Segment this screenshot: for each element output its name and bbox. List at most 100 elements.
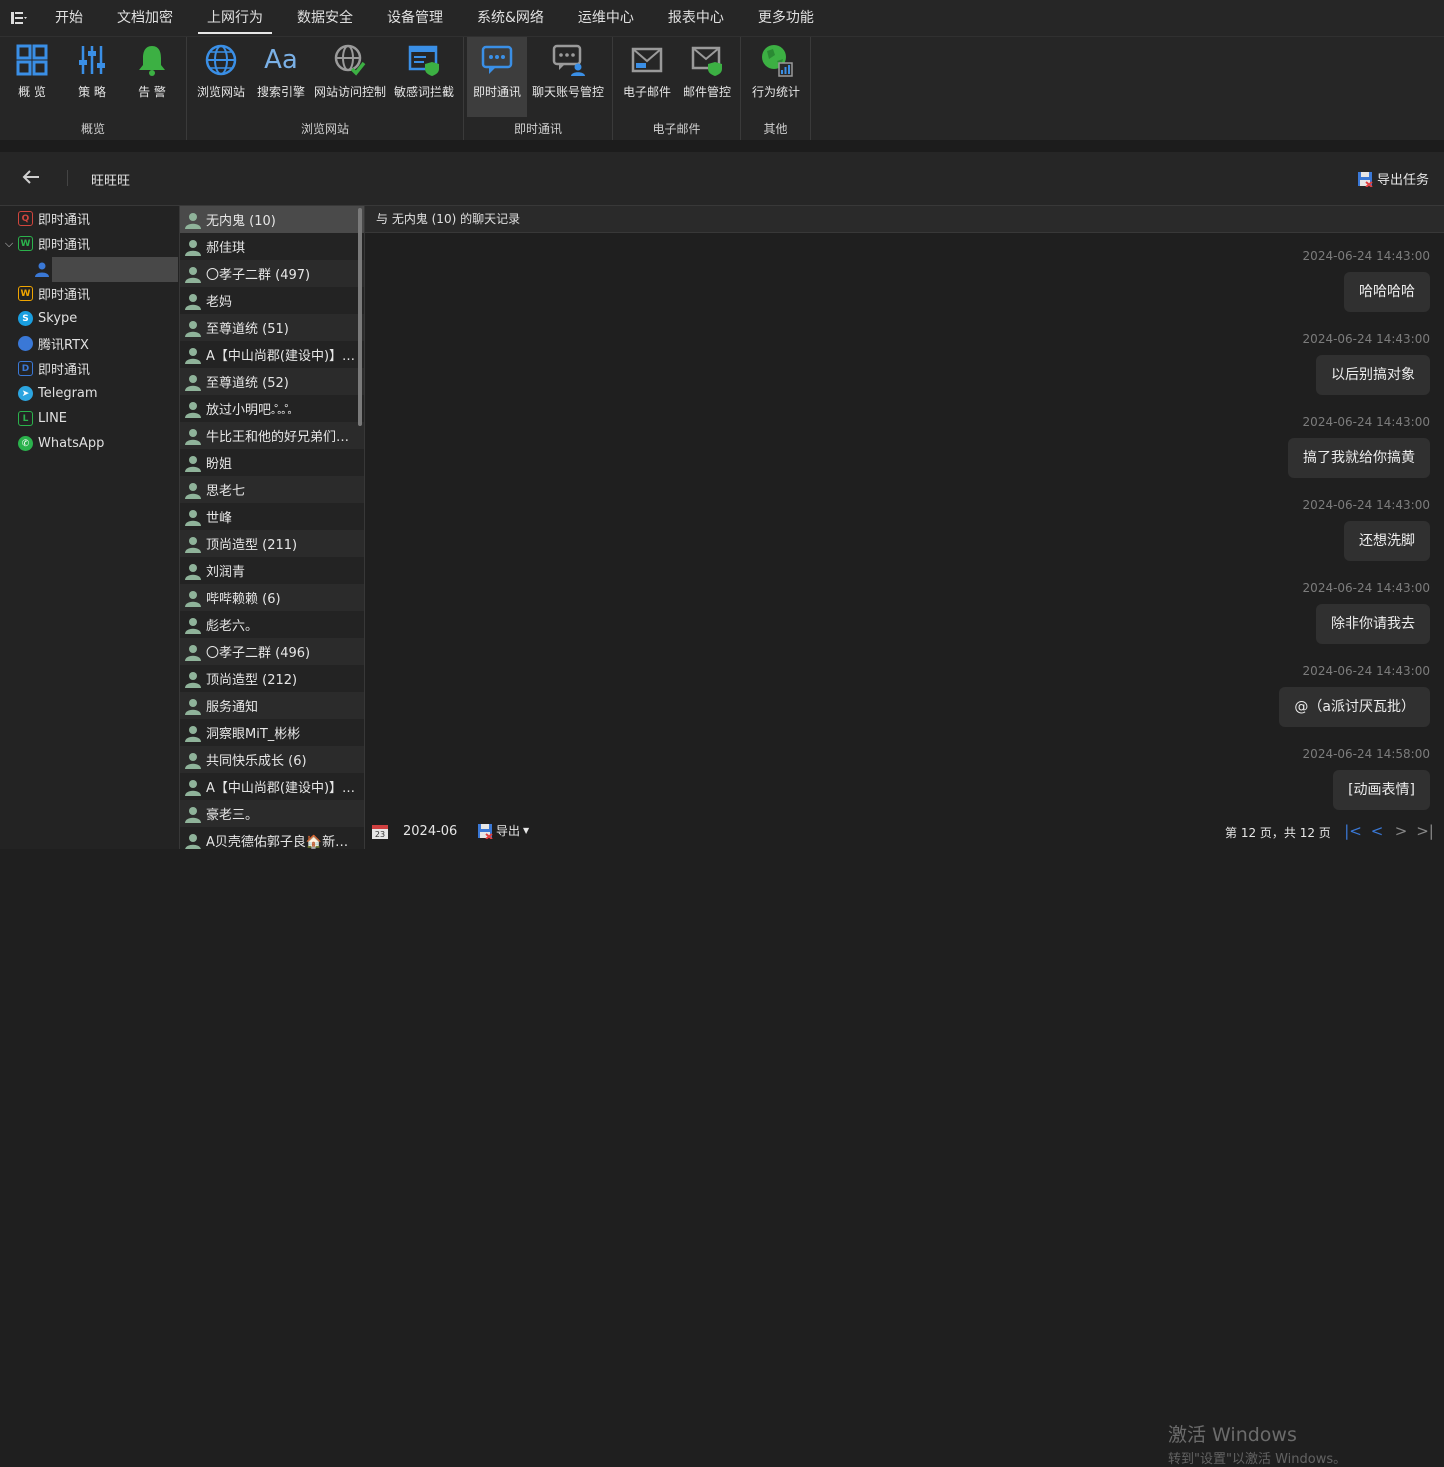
- dashboard-icon: [16, 44, 48, 76]
- nav-item[interactable]: L LINE: [0, 406, 180, 431]
- email-control-button[interactable]: 邮件管控: [677, 37, 737, 117]
- nav-item[interactable]: ⌵ W 即时通讯: [0, 231, 180, 256]
- back-arrow-icon[interactable]: [20, 166, 46, 192]
- contact-item[interactable]: 〇孝子二群 (496): [180, 638, 364, 665]
- alert-button[interactable]: 告 警: [122, 37, 182, 117]
- contact-item[interactable]: A【中山尚郡(建设中)】美...: [180, 773, 364, 800]
- contact-item[interactable]: 洞察眼MiT_彬彬: [180, 719, 364, 746]
- contact-item[interactable]: A贝壳德佑郭子良🏠新房二...: [180, 827, 364, 849]
- contact-item[interactable]: 郝佳琪: [180, 233, 364, 260]
- policy-label: 策 略: [78, 85, 106, 99]
- contact-item[interactable]: 无内鬼 (10): [180, 206, 364, 233]
- calendar-icon[interactable]: 23: [372, 823, 388, 839]
- contact-name: 郝佳琪: [206, 241, 246, 256]
- policy-button[interactable]: 策 略: [62, 37, 122, 117]
- chat-title: 与 无内鬼 (10) 的聊天记录: [365, 206, 1444, 233]
- email-button[interactable]: 电子邮件: [617, 37, 677, 117]
- chat-panel: 与 无内鬼 (10) 的聊天记录 2024-06-24 14:43:00 哈哈哈哈…: [365, 206, 1444, 1467]
- menu-item[interactable]: 上网行为: [190, 0, 280, 36]
- menu-item[interactable]: 开始: [38, 0, 100, 36]
- contact-item[interactable]: 牛比王和他的好兄弟们四群...: [180, 422, 364, 449]
- nav-item[interactable]: ✆ WhatsApp: [0, 431, 180, 456]
- menu-item[interactable]: 更多功能: [741, 0, 831, 36]
- search-engine-button[interactable]: Aa 搜索引擎: [251, 37, 311, 117]
- nav-item[interactable]: W 即时通讯: [0, 281, 180, 306]
- nav-item-label: 即时通讯: [38, 288, 91, 303]
- contact-item[interactable]: 盼姐: [180, 449, 364, 476]
- contact-item[interactable]: 至尊道统 (52): [180, 368, 364, 395]
- chat-message: 2024-06-24 14:43:00 哈哈哈哈: [1303, 249, 1430, 312]
- last-page-icon[interactable]: >|: [1415, 820, 1435, 842]
- nav-item[interactable]: ➤ Telegram: [0, 381, 180, 406]
- contact-item[interactable]: A【中山尚郡(建设中)】美...: [180, 341, 364, 368]
- mail-shield-icon: [691, 46, 722, 76]
- chat-account-control-label: 聊天账号管控: [531, 85, 604, 99]
- contact-name: A【中山尚郡(建设中)】美...: [206, 349, 361, 364]
- contact-item[interactable]: 顶尚造型 (212): [180, 665, 364, 692]
- calendar-day: 23: [375, 830, 385, 839]
- menu-item[interactable]: 设备管理: [370, 0, 460, 36]
- nav-item[interactable]: Q 即时通讯: [0, 206, 180, 231]
- instant-messaging-button[interactable]: 即时通讯: [467, 37, 527, 117]
- contact-item[interactable]: 服务通知: [180, 692, 364, 719]
- user-avatar-icon: [185, 347, 201, 364]
- nav-item[interactable]: 腾讯RTX: [0, 331, 180, 356]
- contact-name: 盼姐: [206, 457, 233, 472]
- menu-item[interactable]: 运维中心: [561, 0, 651, 36]
- contact-name: 顶尚造型 (211): [206, 538, 298, 553]
- contact-name: 洞察眼MiT_彬彬: [206, 727, 301, 742]
- nav-item-label: Skype: [38, 311, 78, 326]
- nav-item-label: 即时通讯: [38, 213, 91, 228]
- contact-list: 无内鬼 (10) 郝佳琪〇孝子二群 (497) 老妈 至尊道统 (51) A【中山尚郡(…: [180, 206, 365, 849]
- contact-item[interactable]: 顶尚造型 (211): [180, 530, 364, 557]
- contact-item[interactable]: 放过小明吧ஃஃ: [180, 395, 364, 422]
- menu-item[interactable]: 系统&网络: [460, 0, 561, 36]
- contact-item[interactable]: 共同快乐成长 (6): [180, 746, 364, 773]
- browse-website-button[interactable]: 浏览网站: [191, 37, 251, 117]
- date-filter[interactable]: 2024-06: [403, 824, 457, 839]
- export-dropdown[interactable]: 导出 ▼: [477, 822, 529, 839]
- message-timestamp: 2024-06-24 14:43:00: [1302, 249, 1430, 263]
- user-avatar-icon: [185, 563, 201, 580]
- first-page-icon[interactable]: |<: [1343, 820, 1363, 842]
- contact-item[interactable]: 世峰: [180, 503, 364, 530]
- menu-item[interactable]: 数据安全: [280, 0, 370, 36]
- chat-account-control-button[interactable]: 聊天账号管控: [527, 37, 609, 117]
- nav-item-label: 腾讯RTX: [38, 338, 89, 353]
- sensitive-word-block-button[interactable]: 敏感词拦截: [389, 37, 459, 117]
- contact-scrollbar[interactable]: [358, 208, 362, 426]
- page-title: 旺旺旺: [91, 174, 131, 189]
- menu-item[interactable]: 文档加密: [100, 0, 190, 36]
- contact-item[interactable]: 豪老三。: [180, 800, 364, 827]
- behavior-stats-button[interactable]: 行为统计: [746, 37, 806, 117]
- nav-item-label: LINE: [38, 411, 68, 426]
- contact-item[interactable]: 彪老六。: [180, 611, 364, 638]
- overview-button[interactable]: 概 览: [2, 37, 62, 117]
- message-timestamp: 2024-06-24 14:43:00: [1302, 415, 1430, 429]
- contact-name: 思老七: [206, 484, 246, 499]
- contact-item[interactable]: 刘润青: [180, 557, 364, 584]
- app-menu-icon[interactable]: [0, 0, 38, 36]
- nav-item[interactable]: D 即时通讯: [0, 356, 180, 381]
- contact-item[interactable]: 老妈: [180, 287, 364, 314]
- chevron-down-icon[interactable]: ⌵: [0, 237, 18, 251]
- ribbon-group-title: 电子邮件: [652, 122, 701, 136]
- message-timestamp: 2024-06-24 14:58:00: [1302, 747, 1430, 761]
- next-page-icon[interactable]: >: [1391, 820, 1411, 842]
- contact-item[interactable]: 哔哔赖赖 (6): [180, 584, 364, 611]
- contact-item[interactable]: 思老七: [180, 476, 364, 503]
- website-access-control-button[interactable]: 网站访问控制: [311, 37, 389, 117]
- contact-item[interactable]: 〇孝子二群 (497): [180, 260, 364, 287]
- menu-item[interactable]: 报表中心: [651, 0, 741, 36]
- nav-item-label: 即时通讯: [38, 363, 91, 378]
- user-avatar-icon: [185, 428, 201, 445]
- nav-sub-account[interactable]: [32, 257, 180, 282]
- export-task-button[interactable]: 导出任务: [1357, 169, 1429, 188]
- nav-item[interactable]: S Skype: [0, 306, 180, 331]
- contact-item[interactable]: 至尊道统 (51): [180, 314, 364, 341]
- website-access-control-label: 网站访问控制: [313, 85, 386, 99]
- prev-page-icon[interactable]: <: [1367, 820, 1387, 842]
- browse-website-label: 浏览网站: [196, 85, 245, 99]
- contact-name: 无内鬼 (10): [206, 214, 276, 229]
- contact-name: 〇孝子二群 (497): [206, 268, 311, 283]
